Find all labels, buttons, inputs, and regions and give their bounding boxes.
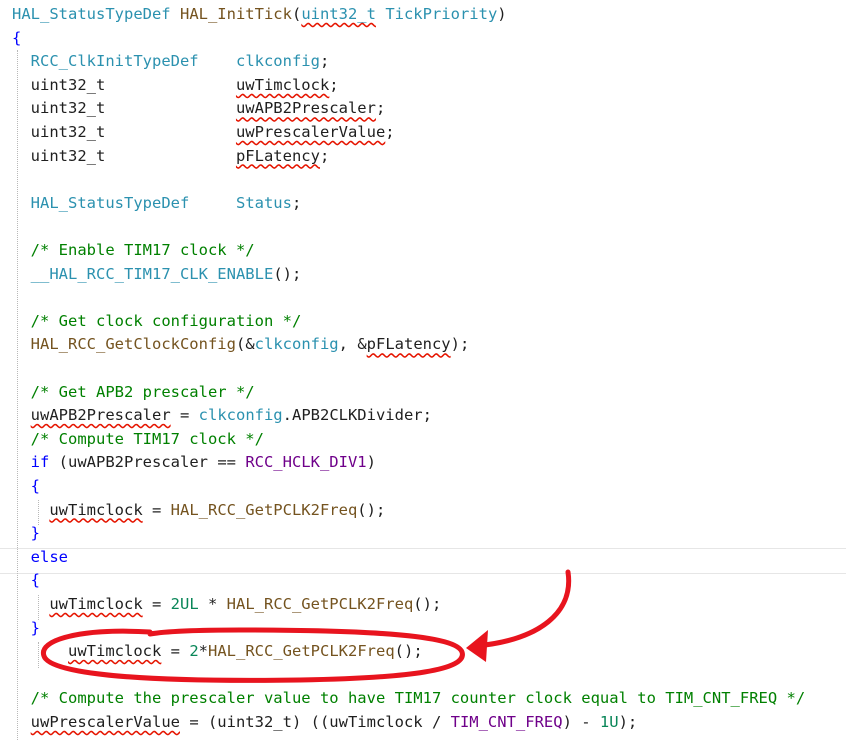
arrow-head [466, 630, 488, 662]
highlight-circle [41, 627, 465, 683]
code-editor[interactable]: HAL_StatusTypeDef HAL_InitTick(uint32_t … [0, 0, 846, 753]
red-annotation [41, 569, 572, 683]
arrow-shaft [473, 569, 572, 649]
